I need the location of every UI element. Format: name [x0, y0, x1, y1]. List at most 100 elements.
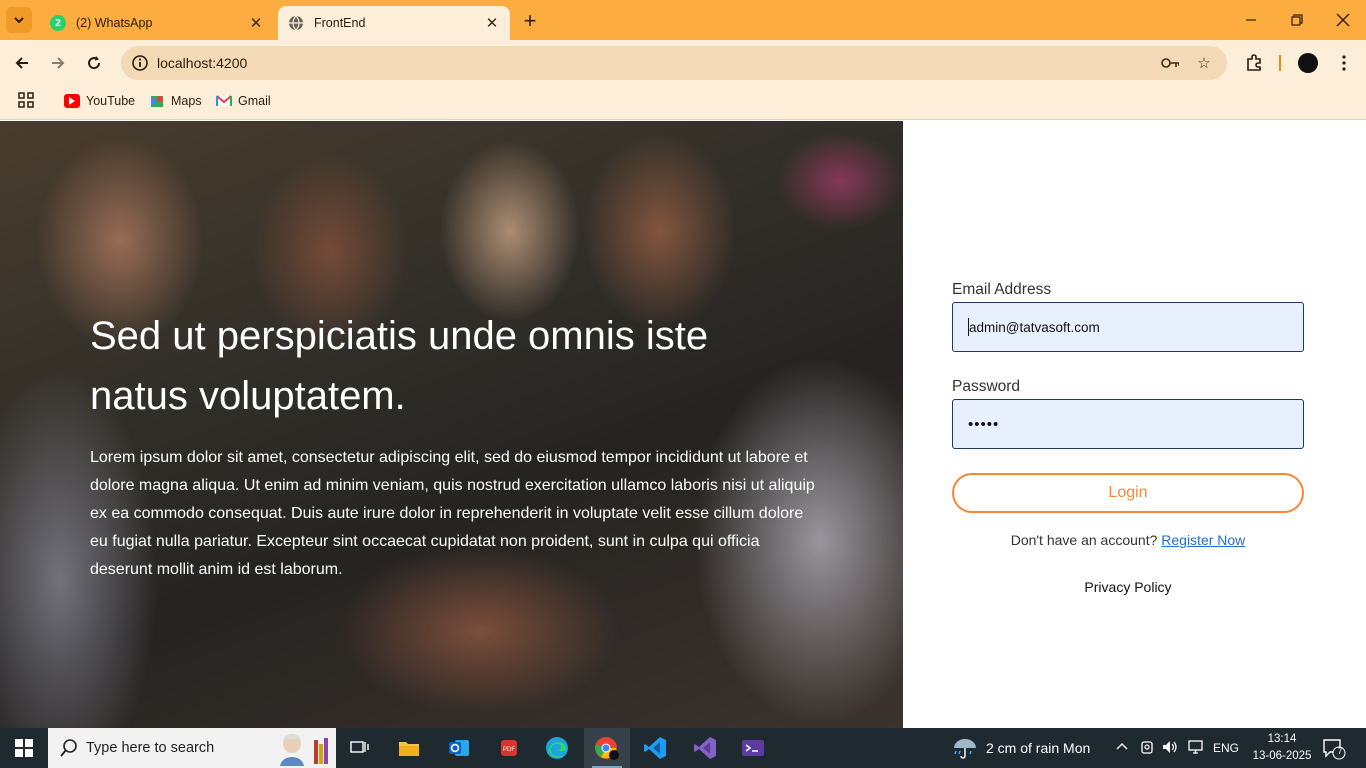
notification-count: 7	[1337, 746, 1343, 756]
login-page: Sed ut perspiciatis unde omnis iste natu…	[0, 121, 1366, 728]
address-bar[interactable]: localhost:4200 ☆	[121, 46, 1227, 80]
chevron-up-icon	[1116, 743, 1128, 750]
close-window-button[interactable]	[1320, 0, 1366, 40]
register-link[interactable]: Register Now	[1161, 532, 1245, 548]
restore-button[interactable]	[1274, 0, 1320, 40]
tab-whatsapp[interactable]: 2 (2) WhatsApp ✕	[40, 6, 274, 40]
taskbar-search[interactable]: Type here to search	[48, 728, 336, 768]
show-hidden-icons-button[interactable]	[1116, 740, 1128, 755]
password-value: •••••	[968, 415, 1000, 433]
login-form: Email Address admin@tatvasoft.com Passwo…	[952, 121, 1304, 728]
pdf-icon: PDF	[501, 740, 517, 756]
menu-button[interactable]	[1330, 49, 1358, 77]
search-placeholder: Type here to search	[86, 740, 215, 756]
arrow-left-icon	[15, 57, 28, 69]
folder-icon	[399, 742, 419, 756]
network-icon[interactable]	[1188, 740, 1204, 757]
hero-title: Sed ut perspiciatis unde omnis iste natu…	[90, 314, 709, 418]
tab-search-button[interactable]	[6, 7, 32, 33]
chrome-button[interactable]	[584, 728, 630, 768]
reload-button[interactable]	[80, 49, 108, 77]
hero-image: Sed ut perspiciatis unde omnis iste natu…	[0, 121, 903, 728]
site-info-icon[interactable]	[131, 54, 149, 72]
password-field[interactable]: •••••	[952, 399, 1304, 449]
browser-toolbar: localhost:4200 ☆	[0, 40, 1366, 86]
email-field[interactable]: admin@tatvasoft.com	[952, 302, 1304, 352]
profile-button[interactable]	[1294, 49, 1322, 77]
privacy-policy-link[interactable]: Privacy Policy	[952, 579, 1304, 595]
close-icon[interactable]: ✕	[484, 15, 500, 32]
bookmark-label: Maps	[171, 94, 202, 108]
language-indicator[interactable]: ENG	[1213, 741, 1239, 755]
outlook-button[interactable]	[436, 728, 482, 768]
clock-date: 13-06-2025	[1252, 750, 1312, 762]
taskbar: Type here to search PDF 2 cm of rain Mon	[0, 728, 1366, 768]
gmail-icon	[216, 94, 232, 108]
minimize-button[interactable]	[1228, 0, 1274, 40]
password-label: Password	[952, 378, 1021, 395]
bookmark-label: YouTube	[86, 94, 136, 108]
terminal-icon	[742, 740, 764, 756]
taskbar-clock[interactable]: 13:14 13-06-2025	[1252, 731, 1312, 765]
maps-icon	[149, 94, 165, 108]
chrome-icon	[595, 737, 619, 760]
close-icon[interactable]: ✕	[248, 15, 264, 32]
meet-now-icon[interactable]	[1140, 740, 1154, 757]
youtube-icon	[64, 94, 80, 108]
bookmark-youtube[interactable]: YouTube	[64, 92, 135, 110]
register-prompt-text: Don't have an account?	[1010, 532, 1158, 548]
extensions-button[interactable]	[1240, 49, 1268, 77]
visual-studio-button[interactable]	[682, 728, 728, 768]
file-explorer-button[interactable]	[386, 728, 432, 768]
task-view-button[interactable]	[337, 728, 383, 768]
svg-text:PDF: PDF	[503, 747, 515, 753]
notification-center-button[interactable]: 7	[1322, 738, 1346, 760]
new-tab-button[interactable]: +	[518, 8, 542, 33]
search-icon	[60, 739, 77, 757]
bookmark-label: Gmail	[238, 94, 271, 108]
start-button[interactable]	[0, 728, 48, 768]
url-text[interactable]: localhost:4200	[157, 55, 247, 71]
puzzle-icon	[1247, 54, 1261, 71]
windows-icon	[15, 739, 33, 757]
hero-description: Lorem ipsum dolor sit amet, consectetur …	[90, 449, 815, 578]
terminal-button[interactable]	[730, 728, 776, 768]
toolbar-divider	[1279, 55, 1281, 71]
login-button[interactable]: Login	[952, 473, 1304, 513]
forward-button[interactable]	[44, 49, 72, 77]
search-highlight-image	[276, 730, 332, 766]
whatsapp-icon: 2	[50, 15, 66, 31]
tab-frontend[interactable]: FrontEnd ✕	[278, 6, 510, 40]
tab-title: (2) WhatsApp	[76, 16, 153, 30]
bookmark-gmail[interactable]: Gmail	[216, 92, 271, 110]
bookmark-maps[interactable]: Maps	[149, 92, 202, 110]
volume-icon[interactable]	[1162, 740, 1178, 757]
pdf-reader-button[interactable]: PDF	[486, 728, 532, 768]
tab-strip: 2 (2) WhatsApp ✕ FrontEnd ✕ +	[0, 0, 1366, 40]
star-icon[interactable]: ☆	[1195, 54, 1213, 72]
apps-grid-icon[interactable]	[18, 92, 34, 108]
outlook-icon	[449, 740, 469, 756]
visual-studio-icon	[694, 737, 716, 759]
tab-title: FrontEnd	[314, 16, 366, 30]
email-label: Email Address	[952, 281, 1052, 298]
umbrella-rain-icon	[954, 739, 976, 759]
key-icon[interactable]	[1161, 54, 1179, 72]
clock-time: 13:14	[1267, 733, 1297, 745]
bookmarks-bar	[0, 86, 1366, 120]
minimize-icon	[1246, 19, 1256, 21]
edge-icon	[546, 737, 568, 759]
browser-window: 2 (2) WhatsApp ✕ FrontEnd ✕ + localhost:…	[0, 0, 1366, 728]
vscode-icon	[644, 737, 666, 759]
arrow-right-icon	[52, 57, 65, 69]
vscode-button[interactable]	[632, 728, 678, 768]
chevron-down-icon	[14, 17, 24, 24]
email-value: admin@tatvasoft.com	[969, 319, 1100, 335]
restore-icon	[1291, 14, 1303, 26]
kebab-menu-icon	[1342, 55, 1346, 71]
weather-widget[interactable]: 2 cm of rain Mon	[952, 736, 1090, 760]
edge-button[interactable]	[534, 728, 580, 768]
back-button[interactable]	[8, 49, 36, 77]
weather-text: 2 cm of rain Mon	[986, 740, 1091, 756]
reload-icon	[88, 56, 101, 70]
